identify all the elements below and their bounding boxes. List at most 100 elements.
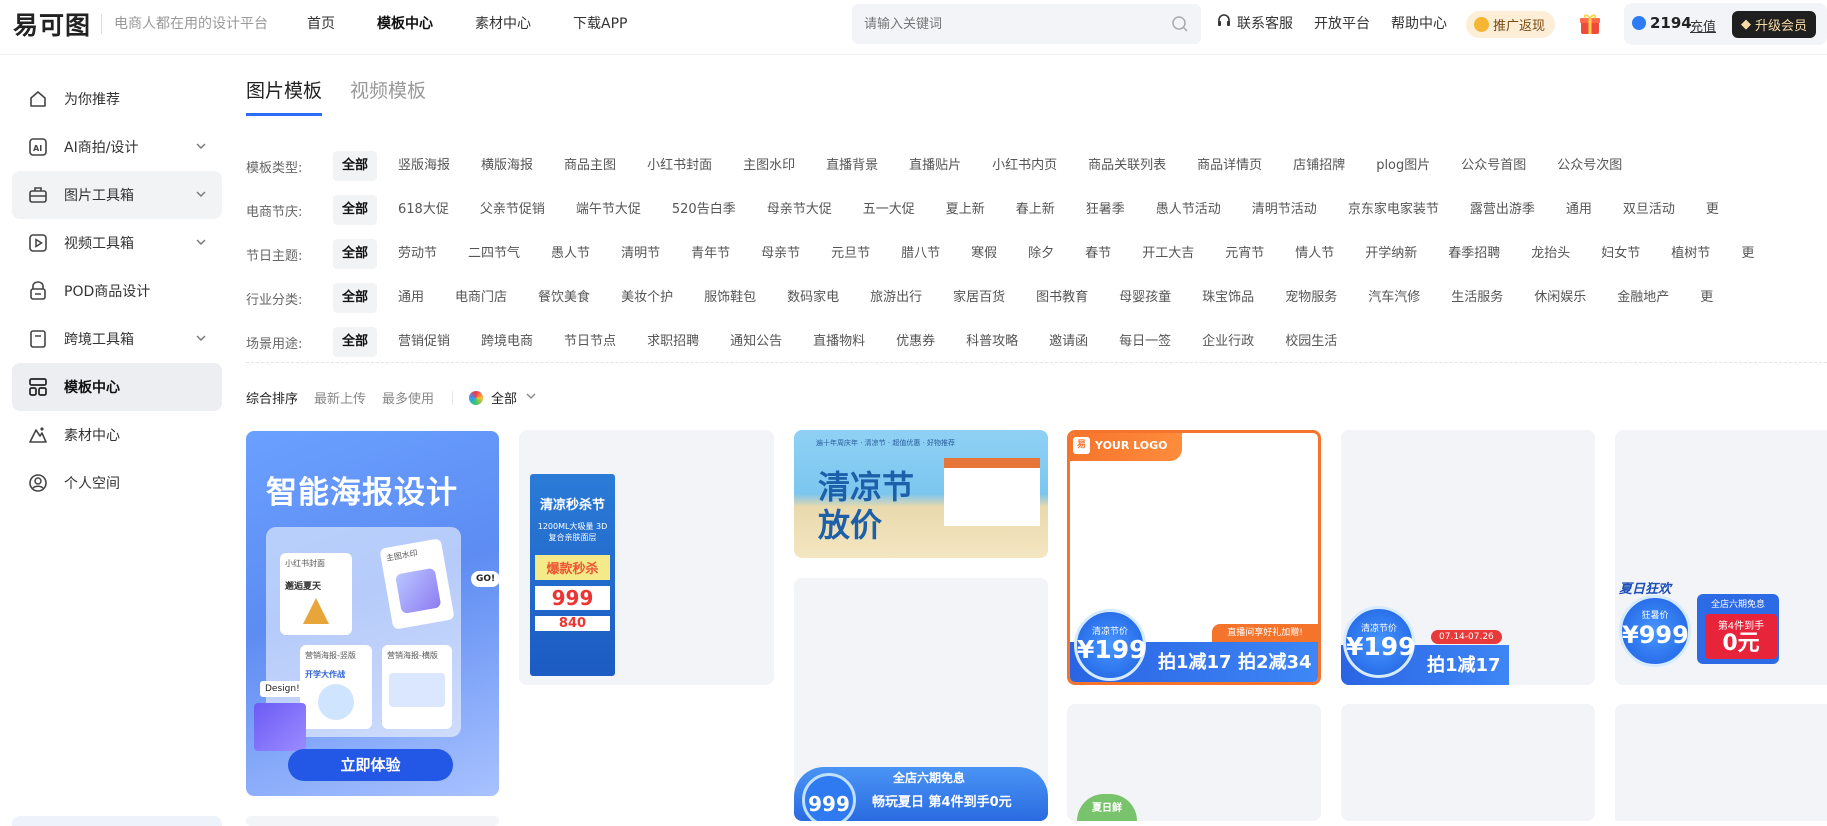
filter-option[interactable]: 元旦节 [831, 239, 870, 269]
filter-option[interactable]: 劳动节 [398, 239, 437, 269]
filter-option[interactable]: 母亲节 [761, 239, 800, 269]
filter-option[interactable]: 小红书内页 [992, 151, 1057, 181]
filter-option[interactable]: 全部 [333, 239, 378, 269]
template-card-cool-festival[interactable]: 遍十年周庆年 · 清凉节 · 超值优惠 · 好物推荐 清凉节 放价 [794, 430, 1048, 558]
recharge-link[interactable]: 充值 [1690, 16, 1716, 35]
filter-option[interactable]: 开学纳新 [1365, 239, 1417, 269]
filter-option[interactable]: 清明节活动 [1252, 195, 1317, 225]
chevron-down-icon[interactable] [525, 390, 537, 406]
sort-comprehensive[interactable]: 综合排序 [246, 388, 298, 407]
sidebar-item-personal-space[interactable]: 个人空间 [12, 459, 222, 507]
filter-option[interactable]: 腊八节 [901, 239, 940, 269]
filter-option[interactable]: 竖版海报 [398, 151, 450, 181]
filter-option[interactable]: 求职招聘 [647, 327, 699, 357]
gift-icon[interactable] [1578, 12, 1602, 36]
filter-option[interactable]: 店铺招牌 [1293, 151, 1345, 181]
template-card-ai-poster[interactable]: 智能海报设计 小红书封面 邂逅夏天 主图水印 营销海报-竖版 开学大作战 营销海… [246, 431, 499, 796]
filter-option[interactable]: 营销促销 [398, 327, 450, 357]
filter-option[interactable]: 二四节气 [468, 239, 520, 269]
filter-option[interactable]: 餐饮美食 [538, 283, 590, 313]
template-card[interactable] [246, 816, 499, 826]
filter-option[interactable]: 情人节 [1295, 239, 1334, 269]
filter-option[interactable]: 五一大促 [863, 195, 915, 225]
filter-option[interactable]: 直播物料 [813, 327, 865, 357]
filter-option[interactable]: 图书教育 [1036, 283, 1088, 313]
filter-option[interactable]: plog图片 [1376, 151, 1430, 181]
template-card[interactable]: 夏日鲜 [1067, 704, 1321, 821]
sort-latest[interactable]: 最新上传 [314, 388, 366, 407]
filter-option[interactable]: 校园生活 [1285, 327, 1337, 357]
filter-option[interactable]: 双旦活动 [1623, 195, 1675, 225]
filter-option[interactable]: 家居百货 [953, 283, 1005, 313]
filter-option[interactable]: 服饰鞋包 [704, 283, 756, 313]
filter-option[interactable]: 全部 [333, 283, 378, 313]
filter-option[interactable]: 宠物服务 [1285, 283, 1337, 313]
upgrade-vip-button[interactable]: ◆ 升级会员 [1732, 11, 1817, 38]
open-platform-link[interactable]: 开放平台 [1314, 13, 1370, 33]
filter-option[interactable]: 青年节 [691, 239, 730, 269]
sort-most-used[interactable]: 最多使用 [382, 388, 434, 407]
filter-option[interactable]: 露营出游季 [1470, 195, 1535, 225]
template-card-six-free[interactable]: 999 全店六期免息 畅玩夏日 第4件到手0元 [794, 578, 1048, 821]
filter-option[interactable]: 横版海报 [481, 151, 533, 181]
filter-option[interactable]: 狂暑季 [1086, 195, 1125, 225]
filter-option[interactable]: 公众号次图 [1557, 151, 1622, 181]
contact-service-link[interactable]: 联系客服 [1216, 13, 1293, 33]
filter-option[interactable]: 母亲节大促 [767, 195, 832, 225]
filter-option[interactable]: 旅游出行 [870, 283, 922, 313]
sidebar-item-image-toolbox[interactable]: 图片工具箱 [12, 171, 222, 219]
promo-cashback-button[interactable]: 推广返现 [1466, 11, 1556, 38]
filter-option[interactable]: 公众号首图 [1461, 151, 1526, 181]
template-card[interactable] [1615, 704, 1827, 821]
filter-option[interactable]: 清明节 [621, 239, 660, 269]
sidebar-item-template-center[interactable]: 模板中心 [12, 363, 222, 411]
filter-option[interactable]: 生活服务 [1451, 283, 1503, 313]
filter-option[interactable]: 春上新 [1016, 195, 1055, 225]
sidebar-item-crossborder-toolbox[interactable]: 跨境工具箱 [12, 315, 222, 363]
sidebar-bottom-banner[interactable] [12, 816, 222, 826]
filter-option[interactable]: 电商门店 [455, 283, 507, 313]
filter-option[interactable]: 元宵节 [1225, 239, 1264, 269]
filter-option[interactable]: 京东家电家装节 [1348, 195, 1439, 225]
template-card[interactable] [1341, 704, 1595, 821]
tab-image-templates[interactable]: 图片模板 [246, 76, 323, 116]
filter-option[interactable]: 更 [1706, 195, 1719, 225]
filter-option[interactable]: 全部 [333, 151, 378, 181]
filter-option[interactable]: 数码家电 [787, 283, 839, 313]
filter-option[interactable]: 休闲娱乐 [1534, 283, 1586, 313]
filter-option[interactable]: 植树节 [1671, 239, 1710, 269]
filter-option[interactable]: 商品详情页 [1197, 151, 1262, 181]
filter-option[interactable]: 母婴孩童 [1119, 283, 1171, 313]
filter-option[interactable]: 全部 [333, 327, 378, 357]
help-center-link[interactable]: 帮助中心 [1391, 13, 1447, 33]
filter-option[interactable]: 愚人节 [551, 239, 590, 269]
template-card-date-deal[interactable]: 07.14-07.26 拍1减17 清凉节价 ¥199 [1341, 430, 1595, 685]
filter-option[interactable]: 妇女节 [1601, 239, 1640, 269]
filter-option[interactable]: 科普攻略 [966, 327, 1018, 357]
nav-home[interactable]: 首页 [307, 13, 335, 35]
sidebar-item-material-center[interactable]: 素材中心 [12, 411, 222, 459]
filter-option[interactable]: 直播贴片 [909, 151, 961, 181]
filter-option[interactable]: 开工大吉 [1142, 239, 1194, 269]
filter-option[interactable]: 节日节点 [564, 327, 616, 357]
nav-material-center[interactable]: 素材中心 [475, 13, 531, 35]
filter-option[interactable]: 春节 [1085, 239, 1111, 269]
filter-option[interactable]: 端午节大促 [576, 195, 641, 225]
filter-option[interactable]: 邀请函 [1049, 327, 1088, 357]
filter-option[interactable]: 商品主图 [564, 151, 616, 181]
filter-option[interactable]: 更 [1700, 283, 1713, 313]
filter-option[interactable]: 全部 [333, 195, 378, 225]
template-card-logo-frame[interactable]: 易 YOUR LOGO 直播间享好礼加赠! 拍1减17 拍2减34 清凉节价 ¥1… [1067, 430, 1321, 685]
filter-option[interactable]: 春季招聘 [1448, 239, 1500, 269]
sidebar-item-recommend[interactable]: 为你推荐 [12, 75, 222, 123]
search-input[interactable] [852, 4, 1152, 44]
filter-option[interactable]: 更 [1741, 239, 1754, 269]
filter-option[interactable]: 金融地产 [1617, 283, 1669, 313]
color-filter-select[interactable]: 全部 [491, 388, 517, 407]
filter-option[interactable]: 520告白季 [672, 195, 736, 225]
filter-option[interactable]: 主图水印 [743, 151, 795, 181]
search-icon[interactable] [1171, 15, 1189, 37]
filter-option[interactable]: 商品关联列表 [1088, 151, 1166, 181]
filter-option[interactable]: 珠宝饰品 [1202, 283, 1254, 313]
filter-option[interactable]: 小红书封面 [647, 151, 712, 181]
